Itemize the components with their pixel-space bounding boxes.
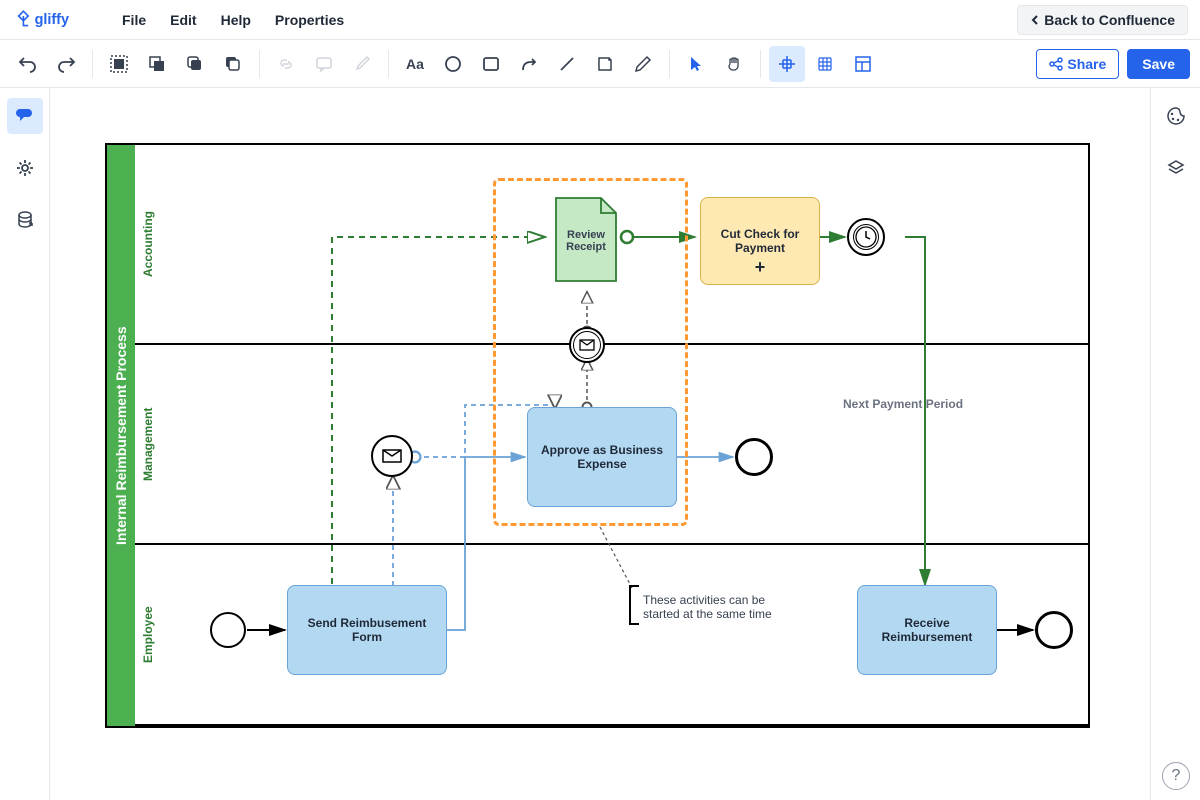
circle-tool-button[interactable] [435,46,471,82]
svg-text:gliffy: gliffy [35,12,69,28]
lane-label-employee: Employee [135,545,161,724]
toolbar: Aa Share Save [0,40,1200,88]
cut-check-label: Cut Check for Payment [705,227,815,255]
end-event-employee[interactable] [1035,611,1073,649]
pool-title: Internal Reimbursement Process [107,145,135,726]
task-receive[interactable]: Receive Reimbursement [857,585,997,675]
grid-button[interactable] [807,46,843,82]
undo-button[interactable] [10,46,46,82]
comment-button[interactable] [306,46,342,82]
save-button[interactable]: Save [1127,49,1190,79]
back-to-confluence-button[interactable]: Back to Confluence [1017,5,1188,35]
rect-tool-button[interactable] [473,46,509,82]
group-button[interactable] [101,46,137,82]
menu-file[interactable]: File [122,12,146,28]
start-event-employee[interactable] [210,612,246,648]
help-button[interactable]: ? [1162,762,1190,790]
hand-tool-button[interactable] [716,46,752,82]
lane-label-management: Management [135,345,161,543]
menu-edit[interactable]: Edit [170,12,196,28]
timer-event[interactable] [847,218,885,256]
send-form-label: Send Reimbusement Form [292,616,442,644]
edge-label-next-payment: Next Payment Period [843,397,963,411]
message-event-management[interactable] [371,435,413,477]
pen-tool-button[interactable] [625,46,661,82]
canvas[interactable]: Internal Reimbursement Process Accountin… [50,88,1150,800]
front-button[interactable] [177,46,213,82]
back-button[interactable] [215,46,251,82]
menu-links: File Edit Help Properties [122,12,344,28]
annotation-bracket [629,585,639,625]
annotation-text[interactable]: These activities can be started at the s… [643,593,793,621]
review-receipt-label: Review Receipt [551,229,621,253]
eyedropper-button[interactable] [344,46,380,82]
layout-button[interactable] [845,46,881,82]
subprocess-plus-icon: + [755,257,766,278]
task-review-receipt[interactable]: Review Receipt [551,193,621,283]
menu-properties[interactable]: Properties [275,12,344,28]
theme-panel-button[interactable] [1158,98,1194,134]
bpmn-pool[interactable]: Internal Reimbursement Process Accountin… [105,143,1090,728]
approve-label: Approve as Business Expense [532,443,672,471]
share-button[interactable]: Share [1036,49,1119,79]
lane-label-accounting: Accounting [135,145,161,343]
snap-button[interactable] [769,46,805,82]
task-cut-check[interactable]: Cut Check for Payment + [700,197,820,285]
right-sidebar [1150,88,1200,800]
menu-bar: gliffy File Edit Help Properties Back to… [0,0,1200,40]
logo: gliffy [12,8,102,32]
pointer-tool-button[interactable] [678,46,714,82]
layers-panel-button[interactable] [1158,150,1194,186]
receive-label: Receive Reimbursement [862,616,992,644]
copy-button[interactable] [139,46,175,82]
task-send-form[interactable]: Send Reimbusement Form [287,585,447,675]
redo-button[interactable] [48,46,84,82]
line-tool-button[interactable] [549,46,585,82]
menu-help[interactable]: Help [221,12,251,28]
text-tool-button[interactable]: Aa [397,46,433,82]
left-sidebar [0,88,50,800]
share-label: Share [1067,56,1106,72]
message-event-boundary[interactable] [569,327,605,363]
connector-tool-button[interactable] [511,46,547,82]
data-panel-button[interactable] [7,202,43,238]
settings-panel-button[interactable] [7,150,43,186]
note-tool-button[interactable] [587,46,623,82]
link-button[interactable] [268,46,304,82]
task-approve[interactable]: Approve as Business Expense [527,407,677,507]
shapes-panel-button[interactable] [7,98,43,134]
svg-text:Aa: Aa [406,56,424,72]
end-event-management[interactable] [735,438,773,476]
back-label: Back to Confluence [1044,12,1175,28]
